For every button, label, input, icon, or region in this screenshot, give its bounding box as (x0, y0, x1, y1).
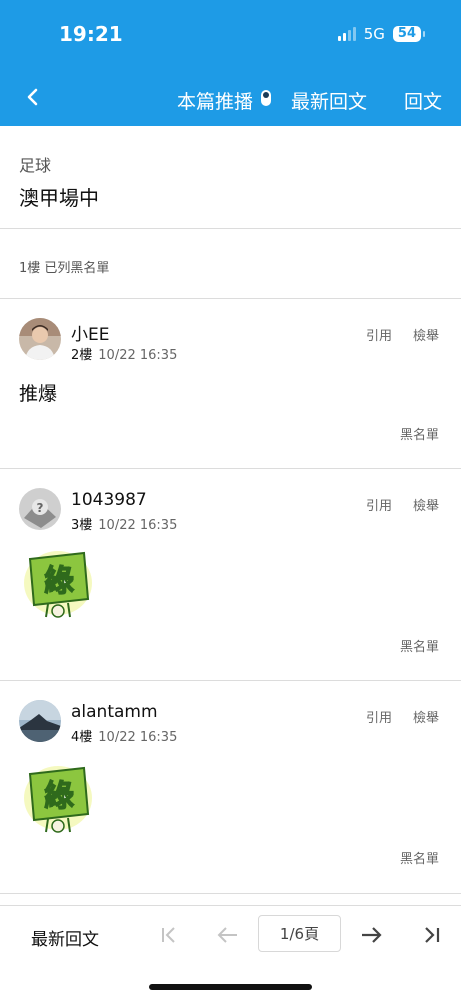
report-button[interactable]: 檢舉 (413, 325, 439, 344)
next-page-icon[interactable] (357, 921, 385, 949)
battery-icon: 54 (392, 26, 421, 42)
floor-number: 2樓 (71, 348, 93, 363)
sticker-label: 綠 (44, 564, 74, 599)
post-meta: 2樓 10/22 16:35 (71, 344, 177, 363)
green-sticker: 綠 (24, 766, 92, 833)
post-item: 小EE 2樓 10/22 16:35 引用 檢舉 推爆 黑名單 (0, 299, 461, 468)
signal-icon (337, 27, 356, 41)
post-time: 10/22 16:35 (98, 348, 178, 363)
post-meta: 4樓 10/22 16:35 (71, 726, 177, 745)
floor-number: 4樓 (71, 730, 93, 745)
quote-button[interactable]: 引用 (366, 707, 392, 726)
first-page-icon[interactable] (155, 921, 183, 949)
network-label: 5G (363, 25, 385, 43)
battery-tip (423, 31, 425, 37)
status-indicators: 5G 54 (337, 25, 425, 43)
svg-text:?: ? (37, 501, 44, 515)
avatar[interactable] (19, 700, 61, 742)
thread-title: 澳甲場中 (19, 186, 99, 210)
home-indicator[interactable] (149, 984, 312, 990)
avatar[interactable] (19, 318, 61, 360)
last-page-icon[interactable] (417, 921, 445, 949)
blacklist-button[interactable]: 黑名單 (400, 848, 439, 867)
push-toggle-label[interactable]: 本篇推播 (177, 87, 253, 114)
post-item: alantamm 4樓 10/22 16:35 引用 檢舉 綠 黑名單 (0, 681, 461, 892)
blocked-notice: 1樓 已列黑名單 (19, 261, 110, 276)
floor-number: 3樓 (71, 518, 93, 533)
divider (0, 893, 461, 894)
username[interactable]: alantamm (71, 702, 158, 722)
reply-button[interactable]: 回文 (404, 87, 442, 114)
green-sticker: 綠 (24, 551, 92, 618)
latest-reply-button[interactable]: 最新回文 (31, 925, 99, 950)
avatar-placeholder-icon[interactable]: ? (19, 488, 61, 530)
page-indicator[interactable]: 1/6頁 (258, 915, 341, 952)
divider (0, 228, 461, 229)
previous-page-icon[interactable] (214, 921, 242, 949)
blacklist-button[interactable]: 黑名單 (400, 636, 439, 655)
status-time: 19:21 (59, 22, 123, 46)
latest-reply-link[interactable]: 最新回文 (291, 87, 367, 114)
post-time: 10/22 16:35 (98, 730, 178, 745)
push-toggle-switch[interactable] (261, 90, 271, 106)
back-arrow-icon[interactable] (22, 86, 44, 108)
post-item: ? 1043987 3樓 10/22 16:35 引用 檢舉 綠 黑名單 (0, 469, 461, 680)
board-name[interactable]: 足球 (19, 152, 51, 176)
top-app-bar: 19:21 5G 54 本篇推播 最新回文 回文 (0, 0, 461, 126)
quote-button[interactable]: 引用 (366, 495, 392, 514)
report-button[interactable]: 檢舉 (413, 707, 439, 726)
blacklist-button[interactable]: 黑名單 (400, 424, 439, 443)
post-meta: 3樓 10/22 16:35 (71, 514, 177, 533)
post-time: 10/22 16:35 (98, 518, 178, 533)
username[interactable]: 1043987 (71, 490, 147, 510)
report-button[interactable]: 檢舉 (413, 495, 439, 514)
sticker-label: 綠 (44, 779, 74, 814)
quote-button[interactable]: 引用 (366, 325, 392, 344)
post-content: 推爆 (19, 383, 58, 405)
username[interactable]: 小EE (71, 320, 109, 345)
